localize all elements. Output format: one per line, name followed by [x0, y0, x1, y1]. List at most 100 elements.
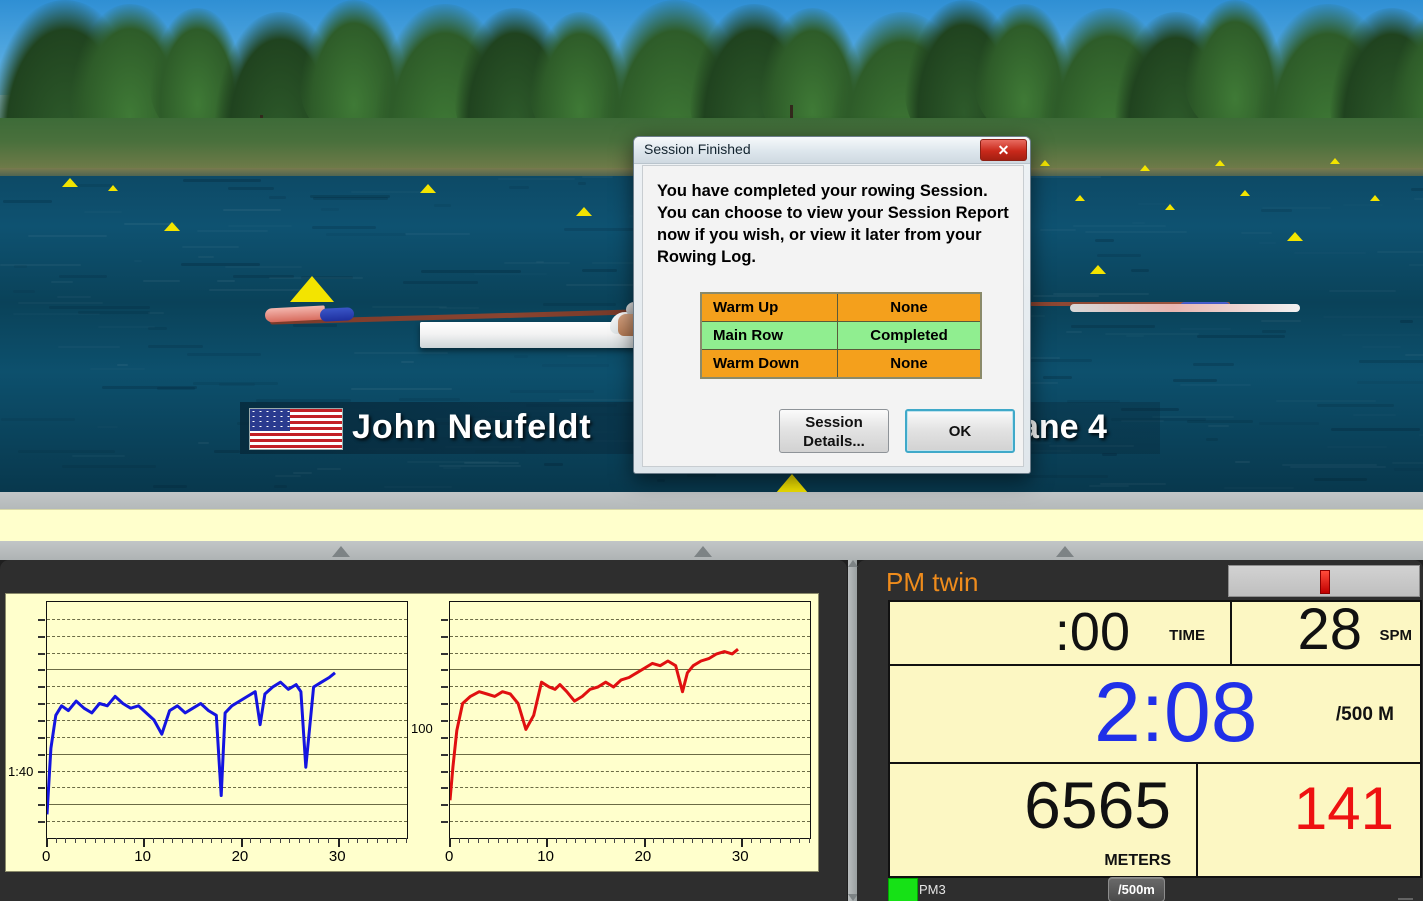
pace-value: 2:08	[1094, 665, 1258, 759]
x-tick	[449, 838, 451, 847]
heart-rate-chart[interactable]	[441, 601, 811, 839]
pm3-status-led	[888, 878, 918, 901]
time-field[interactable]: :00 TIME	[888, 600, 1232, 666]
water-ripple	[1193, 363, 1234, 366]
water-ripple	[182, 246, 239, 248]
lane-buoy	[108, 185, 118, 191]
lane-label: ane 4	[1020, 408, 1107, 446]
heart-rate-field[interactable]: 141	[1196, 762, 1422, 878]
water-ripple	[197, 230, 268, 232]
x-tick	[279, 838, 281, 843]
x-tick	[191, 838, 193, 843]
details-line-1: Session	[805, 414, 863, 431]
water-ripple	[18, 302, 103, 304]
water-ripple	[62, 465, 156, 468]
x-tick	[123, 838, 125, 843]
dialog-title-bar[interactable]: Session Finished ✕	[634, 137, 1030, 164]
water-ripple	[1241, 232, 1272, 234]
lane-buoy	[62, 178, 78, 187]
y-tick	[441, 703, 448, 705]
water-ripple	[59, 275, 107, 278]
x-tick	[487, 838, 489, 843]
x-tick	[386, 838, 388, 843]
y-tick	[441, 754, 448, 756]
x-tick	[594, 838, 596, 843]
x-tick	[114, 838, 116, 843]
session-details-button[interactable]: Session Details...	[779, 409, 889, 453]
y-tick	[38, 754, 45, 756]
water-ripple	[536, 261, 544, 263]
water-ripple	[1235, 461, 1250, 463]
x-tick	[153, 838, 155, 843]
water-ripple	[1259, 242, 1276, 244]
water-ripple	[58, 346, 120, 348]
force-curve-marker	[1320, 570, 1330, 594]
water-ripple	[1276, 400, 1376, 402]
x-tick	[507, 838, 509, 843]
water-ripple	[582, 176, 613, 178]
splitter-handle-center[interactable]	[694, 546, 712, 557]
y-tick	[38, 619, 45, 621]
lane-buoy	[164, 222, 180, 231]
x-tick	[143, 838, 146, 847]
lane-buoy	[420, 184, 436, 193]
water-ripple	[148, 312, 164, 314]
water-ripple	[434, 204, 451, 207]
lane-banner: ane 4	[1020, 402, 1160, 454]
lane-buoy	[1287, 232, 1303, 241]
x-tick	[575, 838, 577, 843]
y-tick	[38, 787, 45, 789]
water-ripple	[219, 383, 255, 386]
lane-buoy	[1240, 190, 1250, 196]
x-tick	[556, 838, 558, 843]
splitter-handle-left[interactable]	[332, 546, 350, 557]
race-progress-strip[interactable]	[0, 509, 1423, 543]
water-ripple	[148, 345, 203, 348]
water-ripple	[1261, 320, 1301, 322]
ok-button[interactable]: OK	[905, 409, 1015, 453]
distance-field[interactable]: 6565 METERS	[888, 762, 1198, 878]
water-ripple	[354, 352, 448, 354]
water-ripple	[0, 264, 81, 266]
chart-trace	[450, 648, 739, 801]
water-ripple	[1089, 485, 1129, 487]
water-ripple	[1294, 252, 1366, 254]
force-curve-display[interactable]	[1228, 565, 1420, 597]
details-line-2: Details...	[803, 433, 865, 450]
water-ripple	[90, 368, 145, 370]
x-tick	[46, 838, 48, 847]
spm-value: 28	[1297, 597, 1362, 662]
water-ripple	[687, 474, 716, 477]
water-ripple	[1411, 188, 1423, 191]
y-tick	[441, 787, 448, 789]
x-tick	[104, 838, 106, 843]
x-tick	[201, 838, 203, 843]
pace-chart[interactable]	[38, 601, 408, 839]
segment-label: Warm Down	[700, 349, 838, 379]
water-ripple	[97, 426, 118, 428]
water-ripple	[1323, 316, 1423, 318]
y-tick	[38, 703, 45, 705]
x-tick	[65, 838, 67, 843]
x-tick	[585, 838, 587, 843]
rowing-simulator-window: John Neufeldt ane 4 1:40 0 10 20 30 100 0 10 20 3…	[0, 0, 1423, 901]
splitter-handle-right[interactable]	[1056, 546, 1074, 557]
x-tick	[497, 838, 499, 843]
x-tick	[546, 838, 549, 847]
water-ripple	[1040, 229, 1076, 231]
pace-field[interactable]: 2:08 /500 M	[888, 664, 1422, 764]
close-icon[interactable]: ✕	[980, 139, 1027, 161]
stroke-rate-field[interactable]: 28 SPM	[1230, 600, 1422, 666]
table-row: Main Row Completed	[700, 321, 982, 350]
water-ripple	[1359, 360, 1423, 363]
water-ripple	[510, 390, 594, 393]
pm-units-button[interactable]: /500m	[1108, 877, 1165, 901]
vertical-splitter[interactable]	[848, 560, 858, 901]
water-ripple	[1180, 328, 1231, 330]
lane-buoy	[1215, 160, 1225, 166]
x-axis-tick-label: 30	[328, 848, 346, 865]
spm-unit: SPM	[1379, 627, 1412, 644]
x-tick	[740, 838, 743, 847]
water-ripple	[78, 311, 150, 314]
water-ripple	[407, 461, 499, 463]
